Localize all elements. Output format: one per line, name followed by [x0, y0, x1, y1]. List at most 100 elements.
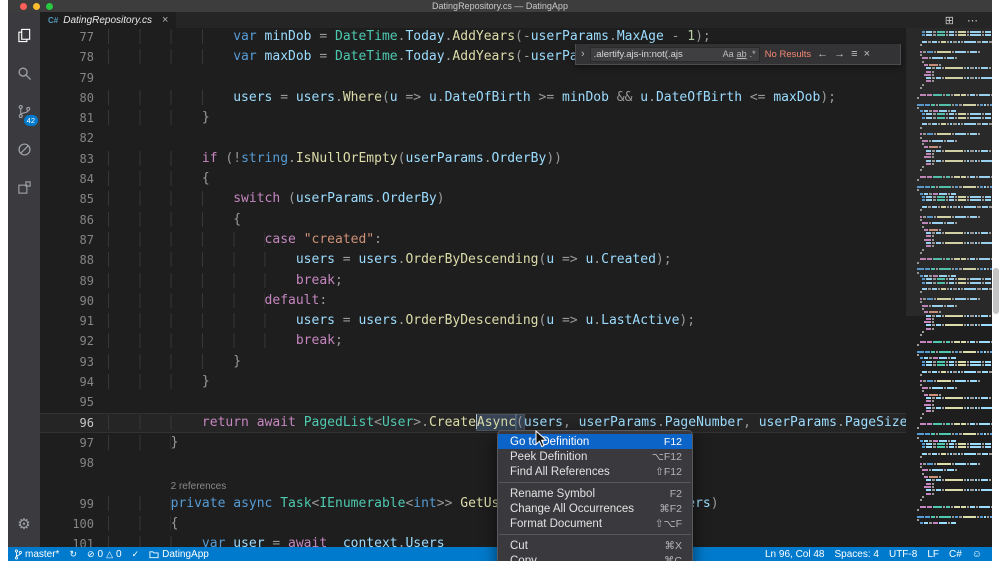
code-line[interactable]: 93 } [40, 352, 992, 372]
status-left: master* ↻ ⊘ 0 △ 0 ✓ DatingApp [14, 549, 209, 560]
next-match-button[interactable]: → [834, 48, 845, 60]
page-scrollbar[interactable] [993, 268, 999, 314]
code-line[interactable]: 79 [40, 68, 992, 88]
eol-status[interactable]: LF [927, 549, 939, 560]
encoding-status[interactable]: UTF-8 [889, 549, 917, 560]
error-count: 0 [97, 548, 104, 560]
menu-separator [499, 534, 691, 535]
line-number: 78 [79, 50, 94, 65]
line-number: 101 [72, 537, 94, 547]
activity-bar: 42 ⚙ [8, 12, 40, 547]
warning-icon: △ [106, 548, 114, 559]
menu-item-rename-symbol[interactable]: Rename Symbol F2 [498, 486, 692, 501]
sidebar-item-search[interactable] [8, 54, 40, 92]
find-widget: › .alertify.ajs-in:not(.ajs Aa ab .* No … [575, 44, 901, 65]
close-window-button[interactable] [20, 3, 27, 10]
omnisharp-status[interactable]: ✓ [132, 549, 140, 560]
branch-icon [14, 549, 22, 559]
whole-word-button[interactable]: ab [737, 49, 747, 59]
code-line[interactable]: 92 break; [40, 331, 992, 351]
split-editor-icon[interactable]: ⊞ [945, 14, 954, 27]
previous-match-button[interactable]: ← [817, 48, 828, 60]
line-number: 79 [79, 70, 94, 85]
code-line[interactable]: 80 users = users.Where(u => u.DateOfBirt… [40, 88, 992, 108]
code-line[interactable]: 88 users = users.OrderByDescending(u => … [40, 250, 992, 270]
folder-icon [149, 550, 159, 558]
problems-status[interactable]: ⊘ 0 △ 0 [87, 549, 122, 560]
sidebar-item-source-control[interactable]: 42 [8, 92, 40, 130]
line-number: 95 [79, 395, 94, 410]
line-number: 100 [72, 517, 94, 532]
line-number: 88 [79, 253, 94, 268]
line-number: 97 [79, 435, 94, 450]
find-query[interactable]: .alertify.ajs-in:not(.ajs [594, 49, 720, 60]
search-icon [18, 67, 31, 80]
settings-gear-button[interactable]: ⚙ [8, 505, 40, 543]
code-line[interactable]: 85 switch (userParams.OrderBy) [40, 189, 992, 209]
menu-shortcut: ⌘F2 [659, 502, 682, 515]
minimap-slider[interactable] [906, 28, 992, 316]
cursor-position-status[interactable]: Ln 96, Col 48 [765, 549, 825, 560]
code-line[interactable]: 86 { [40, 210, 992, 230]
line-number: 99 [79, 496, 94, 511]
line-number: 86 [79, 212, 94, 227]
code-line[interactable]: 81 } [40, 108, 992, 128]
toggle-replace-icon[interactable]: › [581, 48, 585, 60]
line-number: 83 [79, 151, 94, 166]
code-line[interactable]: 91 users = users.OrderByDescending(u => … [40, 311, 992, 331]
find-in-selection-button[interactable]: ≡ [851, 48, 857, 60]
menu-item-peek-definition[interactable]: Peek Definition ⌥F12 [498, 449, 692, 464]
vscode-window: DatingRepository.cs — DatingApp 42 ⚙ C# … [8, 0, 992, 561]
tab-close-icon[interactable]: × [162, 14, 168, 26]
code-line[interactable]: 89 break; [40, 271, 992, 291]
titlebar: DatingRepository.cs — DatingApp [8, 0, 992, 12]
regex-button[interactable]: .* [750, 49, 756, 59]
sidebar-item-explorer[interactable] [8, 16, 40, 54]
menu-shortcut: ⇧⌥F [654, 517, 682, 530]
tab-bar: C# DatingRepository.cs × ⊞ ⋯ [40, 12, 992, 28]
feedback-smiley-icon[interactable]: ☺ [972, 549, 982, 560]
mouse-cursor [535, 430, 548, 448]
close-find-button[interactable]: × [864, 48, 870, 60]
project-status[interactable]: DatingApp [149, 549, 209, 560]
code-line[interactable]: 82 [40, 128, 992, 148]
menu-item-change-all-occurrences[interactable]: Change All Occurrences ⌘F2 [498, 501, 692, 516]
menu-item-find-all-references[interactable]: Find All References ⇧F12 [498, 464, 692, 479]
line-number: 85 [79, 192, 94, 207]
sync-icon: ↻ [69, 548, 77, 559]
language-status[interactable]: C# [949, 549, 962, 560]
codelens-references[interactable]: 2 references [171, 479, 227, 494]
git-branch-status[interactable]: master* [14, 549, 59, 560]
menu-item-copy[interactable]: Copy ⌘C [498, 553, 692, 561]
find-input-box[interactable]: .alertify.ajs-in:not(.ajs Aa ab .* [589, 46, 760, 62]
code-line[interactable]: 84 { [40, 169, 992, 189]
code-line[interactable]: 94 } [40, 372, 992, 392]
code-line[interactable]: 87 case "created": [40, 230, 992, 250]
error-icon: ⊘ [87, 548, 95, 559]
line-number: 90 [79, 293, 94, 308]
minimize-window-button[interactable] [33, 3, 40, 10]
line-number: 80 [79, 90, 94, 105]
code-line[interactable]: 83 if (!string.IsNullOrEmpty(userParams.… [40, 149, 992, 169]
match-case-button[interactable]: Aa [723, 49, 734, 59]
line-number: 81 [79, 111, 94, 126]
sidebar-item-extensions[interactable] [8, 168, 40, 206]
scm-badge: 42 [23, 114, 38, 126]
zoom-window-button[interactable] [46, 3, 53, 10]
check-icon: ✓ [131, 548, 140, 559]
menu-item-cut[interactable]: Cut ⌘X [498, 538, 692, 553]
line-number: 93 [79, 354, 94, 369]
line-number: 96 [79, 415, 94, 430]
tab-datingrepository[interactable]: C# DatingRepository.cs × [40, 12, 177, 28]
sidebar-item-debug[interactable] [8, 130, 40, 168]
sync-button[interactable]: ↻ [69, 549, 77, 560]
minimap[interactable] [906, 28, 992, 547]
warning-count: 0 [116, 548, 122, 560]
menu-item-format-document[interactable]: Format Document ⇧⌥F [498, 516, 692, 531]
menu-item-go-to-definition[interactable]: Go to Definition F12 [498, 434, 692, 449]
code-line[interactable]: 95 [40, 392, 992, 412]
code-line[interactable]: 90 default: [40, 291, 992, 311]
window-title: DatingRepository.cs — DatingApp [432, 1, 568, 11]
more-actions-icon[interactable]: ⋯ [967, 14, 978, 27]
indentation-status[interactable]: Spaces: 4 [834, 549, 878, 560]
